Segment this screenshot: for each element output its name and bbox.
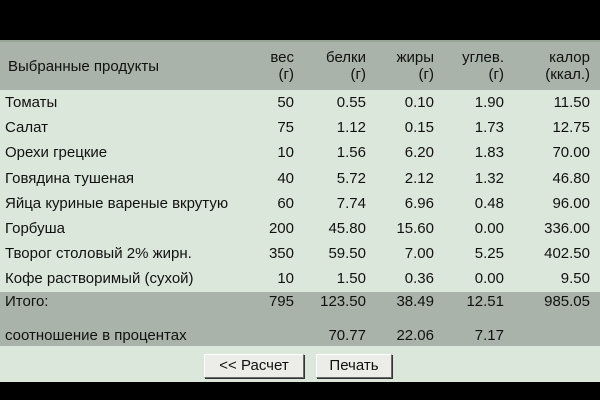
col-header-protein: белки (г) (304, 42, 376, 90)
col-header-weight-unit: (г) (278, 66, 294, 83)
total-carbs: 12.51 (444, 291, 514, 318)
product-kcal: 12.75 (552, 119, 590, 137)
product-weight: 75 (277, 119, 294, 137)
total-fat: 38.49 (376, 291, 444, 318)
product-kcal: 336.00 (544, 220, 590, 238)
product-protein: 7.74 (336, 194, 366, 212)
product-carbs: 1.32 (474, 169, 504, 187)
product-protein: 59.50 (328, 245, 366, 263)
ratio-protein: 70.77 (304, 318, 376, 346)
product-protein: 1.12 (336, 119, 366, 137)
product-protein: 1.50 (336, 270, 366, 288)
col-header-kcal-label: калор (549, 49, 590, 66)
col-header-kcal-unit: (ккал.) (545, 66, 590, 83)
col-header-fat: жиры (г) (376, 42, 444, 90)
product-carbs: 0.48 (474, 194, 504, 212)
ratio-row: соотношение в процентах 70.77 22.06 7.17 (0, 318, 600, 346)
table-row: Орехи грецкие 10 1.56 6.20 1.83 70.00 (0, 140, 600, 165)
product-weight: 10 (277, 144, 294, 162)
product-weight: 50 (277, 94, 294, 112)
col-header-carbs-label: углев. (462, 49, 504, 66)
product-name: Орехи грецкие (5, 144, 108, 162)
table-row: Кофе растворимый (сухой) 10 1.50 0.36 0.… (0, 266, 600, 291)
product-fat: 6.96 (404, 194, 434, 212)
product-carbs: 5.25 (474, 245, 504, 263)
product-fat: 0.36 (404, 270, 434, 288)
product-protein: 1.56 (336, 144, 366, 162)
product-kcal: 46.80 (552, 169, 590, 187)
col-header-fat-unit: (г) (418, 66, 434, 83)
product-name: Салат (5, 119, 48, 137)
table-row: Томаты 50 0.55 0.10 1.90 11.50 (0, 90, 600, 115)
ratio-label: соотношение в процентах (0, 318, 304, 346)
col-header-weight-label: вес (270, 49, 294, 66)
product-kcal: 70.00 (552, 144, 590, 162)
product-weight: 60 (277, 194, 294, 212)
product-carbs: 1.83 (474, 144, 504, 162)
product-name: Яйца куриные вареные вкрутую (5, 194, 229, 212)
col-header-kcal: калор (ккал.) (514, 42, 600, 90)
nutrition-panel: Выбранные продукты вес (г) белки (г) жир… (0, 40, 600, 382)
product-name: Говядина тушеная (5, 169, 134, 187)
table-row: Творог столовый 2% жирн. 350 59.50 7.00 … (0, 241, 600, 266)
product-fat: 6.20 (404, 144, 434, 162)
ratio-carbs: 7.17 (444, 318, 514, 346)
col-header-fat-label: жиры (396, 49, 434, 66)
table-row: Говядина тушеная 40 5.72 2.12 1.32 46.80 (0, 166, 600, 191)
product-protein: 45.80 (328, 220, 366, 238)
product-protein: 0.55 (336, 94, 366, 112)
product-kcal: 9.50 (560, 270, 590, 288)
product-carbs: 1.90 (474, 94, 504, 112)
total-row: Итого: 795 123.50 38.49 12.51 985.05 (0, 291, 600, 318)
product-fat: 15.60 (396, 220, 434, 238)
calculate-button[interactable]: << Расчет (204, 354, 304, 378)
product-fat: 0.15 (404, 119, 434, 137)
product-fat: 0.10 (404, 94, 434, 112)
product-kcal: 11.50 (553, 94, 590, 112)
product-carbs: 0.00 (474, 220, 504, 238)
col-header-carbs: углев. (г) (444, 42, 514, 90)
product-fat: 2.12 (404, 169, 434, 187)
product-weight: 350 (268, 245, 294, 263)
product-protein: 5.72 (336, 169, 366, 187)
total-weight: 795 (232, 291, 304, 318)
table-row: Яйца куриные вареные вкрутую 60 7.74 6.9… (0, 191, 600, 216)
product-name: Кофе растворимый (сухой) (5, 270, 194, 288)
nutrition-table: Выбранные продукты вес (г) белки (г) жир… (0, 42, 600, 346)
product-name: Горбуша (5, 220, 65, 238)
ratio-fat: 22.06 (376, 318, 444, 346)
product-kcal: 96.00 (552, 194, 590, 212)
total-protein: 123.50 (304, 291, 376, 318)
col-header-protein-label: белки (326, 49, 366, 66)
product-carbs: 0.00 (474, 270, 504, 288)
product-name: Творог столовый 2% жирн. (5, 245, 192, 263)
total-kcal: 985.05 (514, 291, 600, 318)
product-carbs: 1.73 (474, 119, 504, 137)
total-label: Итого: (0, 291, 232, 318)
col-header-carbs-unit: (г) (488, 66, 504, 83)
col-header-weight: вес (г) (232, 42, 304, 90)
table-row: Горбуша 200 45.80 15.60 0.00 336.00 (0, 216, 600, 241)
product-weight: 10 (277, 270, 294, 288)
product-name: Томаты (5, 94, 58, 112)
product-kcal: 402.50 (544, 245, 590, 263)
table-row: Салат 75 1.12 0.15 1.73 12.75 (0, 115, 600, 140)
col-header-products: Выбранные продукты (0, 42, 232, 90)
table-header-row: Выбранные продукты вес (г) белки (г) жир… (0, 42, 600, 90)
product-weight: 200 (268, 220, 294, 238)
product-weight: 40 (277, 169, 294, 187)
ratio-kcal (514, 318, 600, 346)
button-bar: << Расчет Печать (0, 346, 600, 384)
col-header-protein-unit: (г) (350, 66, 366, 83)
product-fat: 7.00 (404, 245, 434, 263)
print-button[interactable]: Печать (316, 354, 392, 378)
